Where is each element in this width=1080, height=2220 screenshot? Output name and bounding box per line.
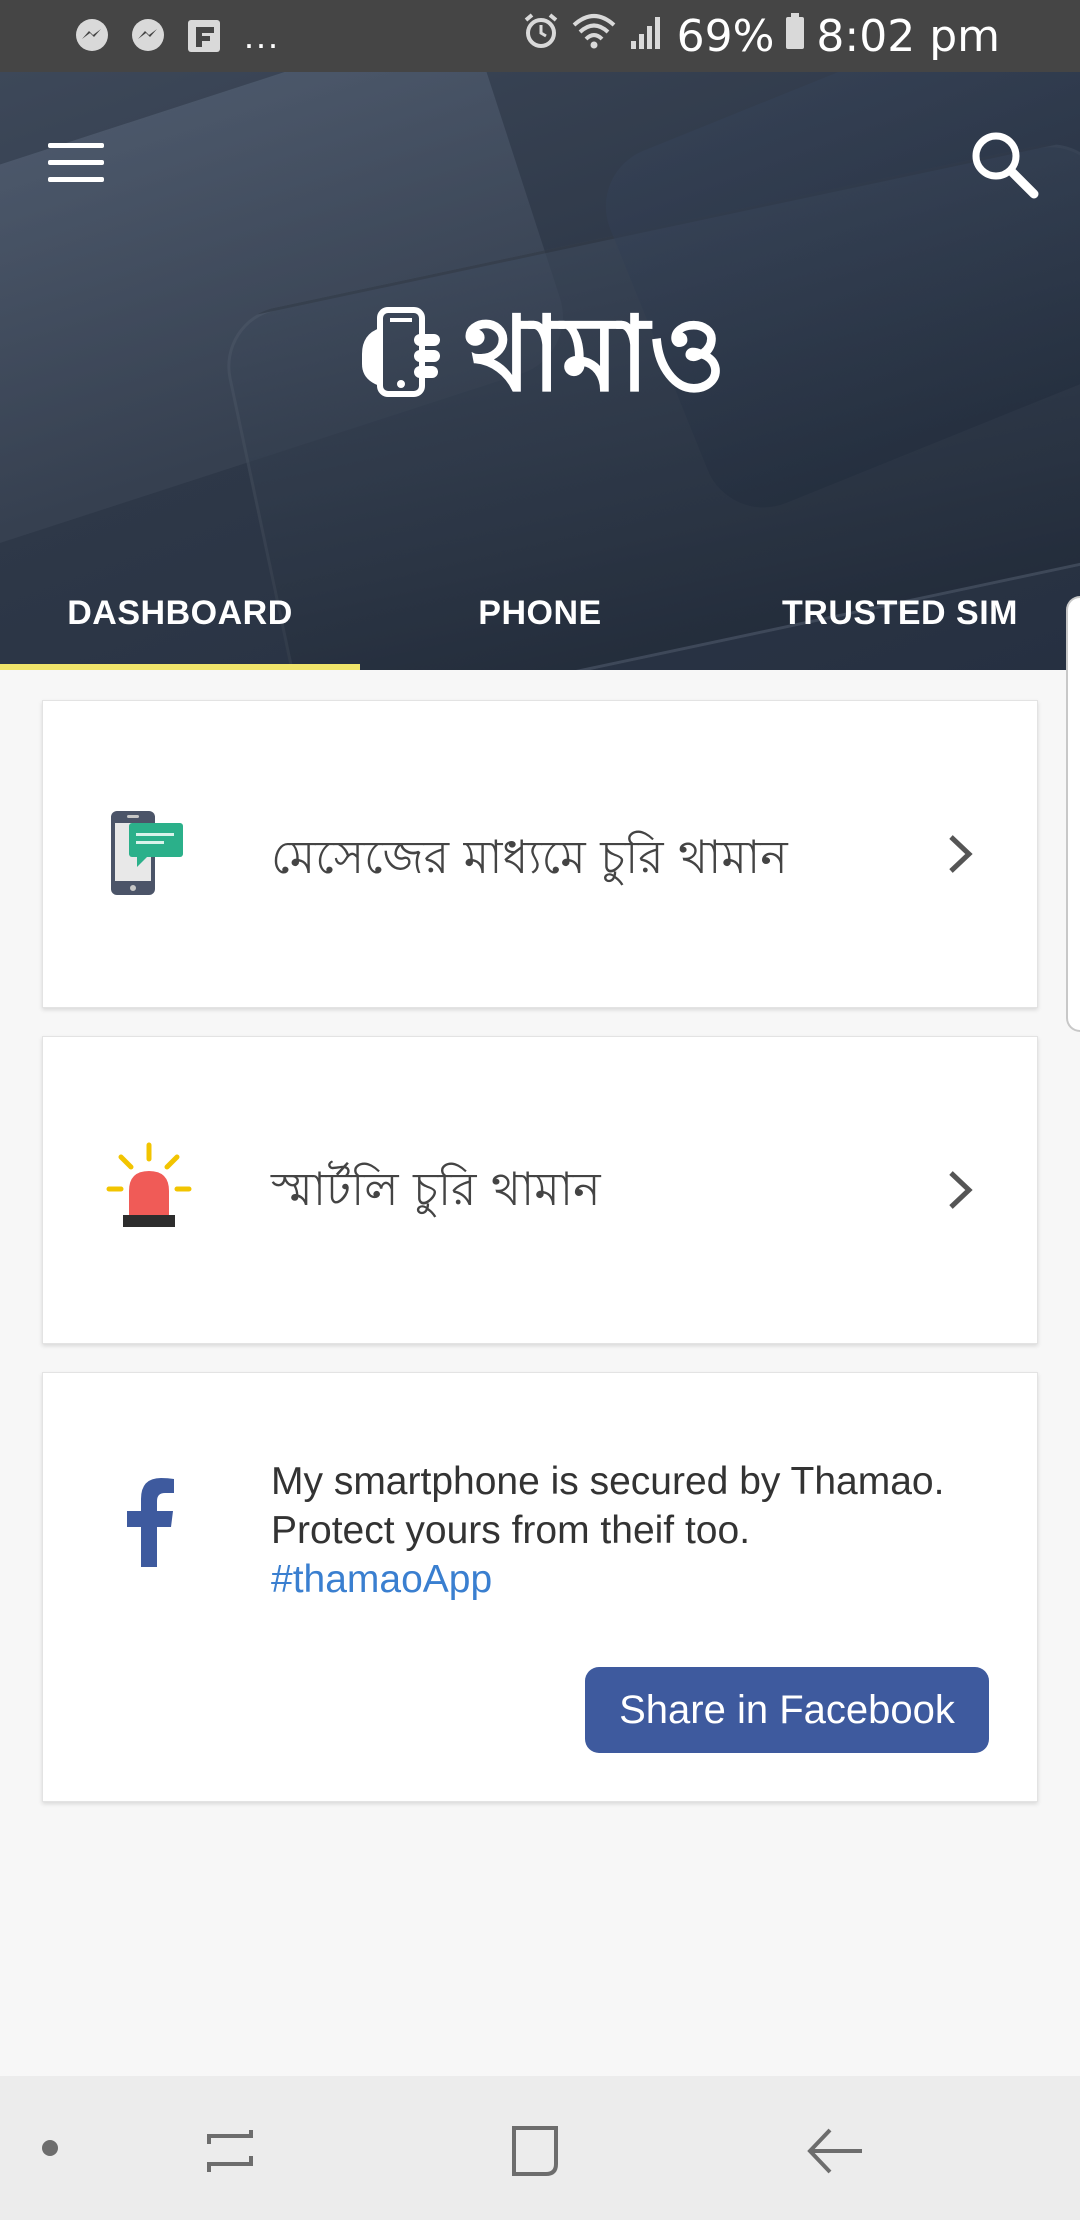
facebook-share-card: My smartphone is secured by Thamao. Prot… (42, 1372, 1038, 1802)
siren-alarm-icon (105, 1137, 193, 1237)
share-in-facebook-button[interactable]: Share in Facebook (585, 1667, 989, 1753)
facebook-icon (105, 1471, 193, 1571)
app-logo: থামাও (0, 302, 1080, 406)
flipboard-icon (184, 16, 224, 56)
stop-theft-smartly-card[interactable]: স্মার্টলি চুরি থামান (42, 1036, 1038, 1344)
tab-dashboard[interactable]: DASHBOARD (0, 582, 360, 670)
stop-theft-via-message-card[interactable]: মেসেজের মাধ্যমে চুরি থামান (42, 700, 1038, 1008)
app-name: থামাও (464, 293, 726, 415)
tab-phone[interactable]: PHONE (360, 582, 720, 670)
search-icon[interactable] (964, 124, 1044, 204)
hashtag-link[interactable]: #thamaoApp (271, 1558, 492, 1601)
system-status: 69% 8:02 pm (521, 0, 1000, 72)
status-bar: ... 69% 8:02 pm (0, 0, 1080, 72)
clock: 8:02 pm (816, 10, 1000, 62)
scroll-indicator (1066, 596, 1080, 1032)
share-message: My smartphone is secured by Thamao. Prot… (271, 1457, 1001, 1604)
app-header: থামাও DASHBOARD PHONE TRUSTED SIM (0, 72, 1080, 670)
card-label: স্মার্টলি চুরি থামান (271, 1162, 601, 1216)
messenger-icon (128, 16, 168, 56)
signal-icon (627, 11, 667, 62)
messenger-icon (72, 16, 112, 56)
phone-message-icon (105, 805, 193, 905)
recent-apps-icon[interactable] (195, 2116, 265, 2186)
tab-bar: DASHBOARD PHONE TRUSTED SIM (0, 582, 1080, 670)
more-notifications: ... (244, 15, 281, 56)
tab-trusted-sim[interactable]: TRUSTED SIM (720, 582, 1080, 670)
alarm-icon (521, 11, 561, 62)
system-navigation-bar (0, 2076, 1080, 2220)
wifi-icon (571, 11, 617, 62)
hand-phone-icon (354, 304, 446, 405)
card-label: মেসেজের মাধ্যমে চুরি থামান (271, 830, 788, 884)
hamburger-menu-icon[interactable] (48, 130, 120, 194)
back-icon[interactable] (800, 2116, 870, 2186)
nav-hide-dot[interactable] (42, 2140, 58, 2156)
chevron-right-icon (945, 1167, 975, 1213)
share-message-text: My smartphone is secured by Thamao. Prot… (271, 1460, 945, 1552)
notification-icons: ... (72, 0, 280, 72)
battery-icon (784, 11, 806, 62)
home-icon[interactable] (500, 2116, 570, 2186)
battery-percent: 69% (676, 10, 775, 62)
chevron-right-icon (945, 831, 975, 877)
